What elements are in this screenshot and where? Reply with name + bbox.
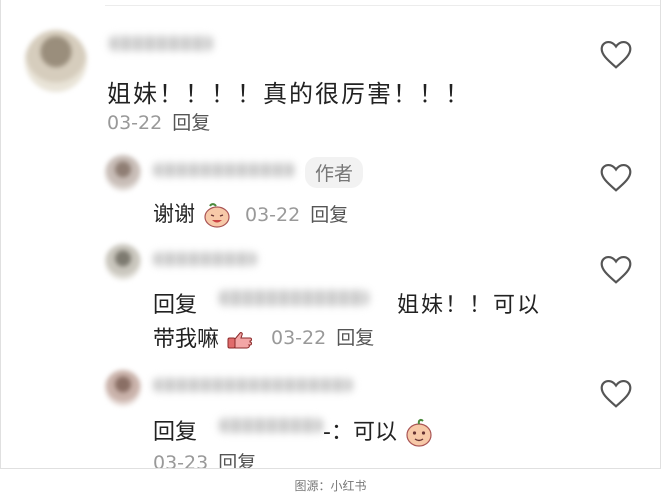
blurred-username[interactable] [153, 163, 295, 177]
comment-text: 姐妹！！！！真的很厉害！！！ [107, 80, 471, 108]
heart-icon[interactable] [599, 379, 633, 409]
comment-thread: 姐妹！！！！真的很厉害！！！ 03-22 回复 作者 谢谢 03-22 回复 回复 … [0, 0, 661, 469]
heart-icon[interactable] [599, 40, 633, 70]
heart-icon[interactable] [599, 255, 633, 285]
avatar[interactable] [105, 370, 141, 406]
reply-button[interactable]: 回复 [172, 112, 210, 134]
reply-meta: 03-22 回复 [245, 200, 348, 227]
reply-meta: 03-22 回复 [271, 323, 374, 350]
avatar[interactable] [25, 30, 87, 92]
reply-text-line2: 带我嘛 [153, 321, 254, 353]
avatar[interactable] [105, 244, 141, 280]
divider [105, 0, 660, 6]
reply-prefix: 回复 [153, 420, 198, 445]
reply-button[interactable]: 回复 [336, 327, 374, 349]
author-badge: 作者 [305, 157, 364, 188]
reply-meta: 03-23 回复 [153, 448, 256, 469]
blurred-mention[interactable] [219, 418, 323, 433]
peach-laugh-emoji-icon [204, 203, 230, 228]
reply-date: 03-23 [153, 452, 209, 469]
comment-meta: 03-22 回复 [107, 108, 210, 135]
reply-button[interactable]: 回复 [218, 452, 256, 468]
reply-date: 03-22 [271, 327, 327, 349]
reply-prefix: 回复 [153, 293, 198, 318]
blurred-username[interactable] [153, 252, 257, 266]
peach-smile-emoji-icon [406, 419, 432, 447]
comment-date: 03-22 [107, 112, 163, 134]
heart-icon[interactable] [599, 163, 633, 193]
reply-text: 姐妹！！可以 [397, 293, 542, 318]
reply-text: 谢谢 [153, 198, 232, 229]
blurred-username[interactable] [153, 378, 353, 392]
image-caption: 图源：小红书 [294, 479, 367, 493]
avatar[interactable] [105, 155, 141, 191]
thumbs-up-emoji-icon [227, 332, 253, 349]
blurred-mention[interactable] [219, 290, 369, 306]
reply-date: 03-22 [245, 204, 301, 226]
reply-button[interactable]: 回复 [310, 204, 348, 226]
blurred-username[interactable] [109, 36, 213, 51]
reply-text: -：可以 [323, 414, 434, 448]
